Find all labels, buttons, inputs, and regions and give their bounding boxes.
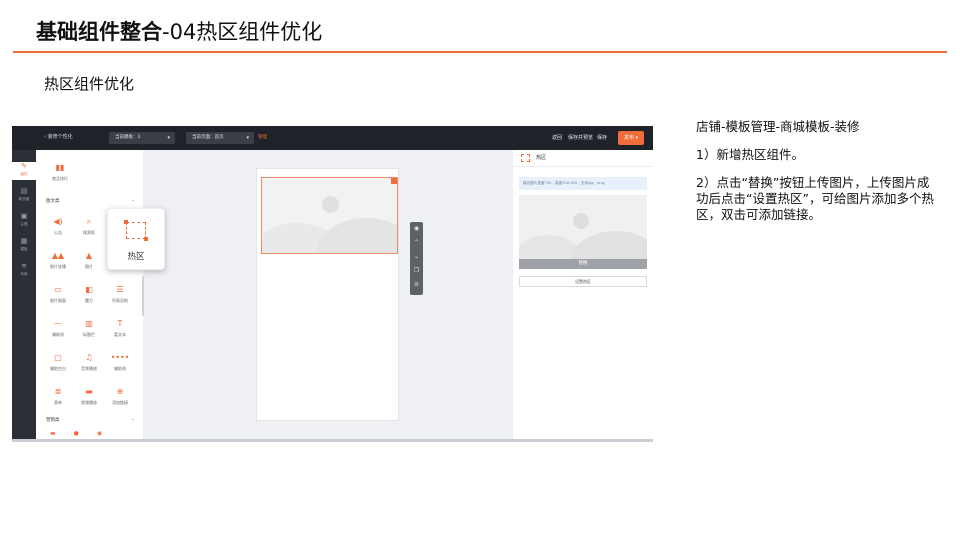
placeholder-hill (571, 231, 647, 259)
component-image[interactable]: ▲ 图片 (75, 248, 103, 278)
page-select[interactable]: 当前页面：首页 ▾ (186, 132, 254, 144)
template-select[interactable]: 当前模板：2 ▾ (109, 132, 175, 144)
speaker-icon: ◀) (53, 217, 63, 226)
component-add-link[interactable]: ⊕ 添加链接 (106, 384, 134, 414)
hotzone-icon (124, 220, 148, 241)
move-down-icon[interactable]: ⌄ (410, 250, 423, 264)
image-window-icon: ▭ (54, 285, 62, 294)
component-video[interactable]: ▬ 视频播放 (75, 384, 103, 414)
notes-path: 店铺-模板管理-商城模板-装修 (696, 119, 860, 134)
placeholder-hill (317, 218, 397, 253)
settings-panel: 热区 建议图片宽度750，高度200-950，支持jpg、png。 替换 设置热… (513, 150, 653, 439)
hotzone-component-callout[interactable]: 热区 (107, 208, 165, 270)
placeholder-sun (322, 196, 339, 213)
settings-header: 热区 (513, 150, 653, 167)
delete-tag[interactable] (391, 178, 397, 184)
hotzone-label: 热区 (127, 252, 145, 262)
blank-icon: ▢ (54, 353, 62, 362)
plus-icon: ⊕ (116, 387, 124, 396)
rail-item-theme[interactable]: ▣ 主题 (12, 212, 36, 230)
replace-button[interactable]: 替换 (519, 259, 647, 269)
page-icon: ▤ (20, 187, 28, 195)
video-icon: ▬ (85, 387, 93, 396)
save-button[interactable]: 保存 (597, 132, 607, 144)
image-nav-icon: ▲▲ (51, 251, 65, 260)
visibility-icon[interactable]: ◉ (410, 222, 423, 236)
slide-subtitle: 热区组件优化 (44, 75, 135, 93)
save-preview-button[interactable]: 保存并预览 (568, 132, 593, 144)
placeholder-sun (573, 213, 589, 229)
chevron-down-icon[interactable]: ⌄ (131, 416, 135, 422)
editor-screenshot: ‹ 装修个性化 当前模板：2 ▾ 当前页面：首页 ▾ 管理 返回 保存并预览 保存 … (12, 126, 653, 442)
rail-item-components[interactable]: ✎ 组件 (12, 162, 36, 180)
rail-item-template[interactable]: ▦ 模板 (12, 237, 36, 255)
picture-icon: ▲ (85, 251, 93, 260)
component-divider[interactable]: — 辅助线 (44, 316, 72, 346)
panel-scrollbar[interactable] (142, 276, 144, 316)
text-icon: T (117, 319, 123, 328)
copy-icon[interactable]: ❐ (410, 264, 423, 278)
component-notice[interactable]: ◀) 公告 (44, 214, 72, 244)
grid-icon: ▦ (20, 237, 28, 245)
section-title-marketing: 营销类 (46, 418, 60, 423)
delete-icon[interactable]: ⊘ (410, 278, 423, 292)
component-search[interactable]: ⌕ 搜索框 (75, 214, 103, 244)
component-rich-text[interactable]: T 富文本 (106, 316, 134, 346)
slide-title: 基础组件整合-04热区组件优化 (36, 17, 322, 47)
move-up-icon[interactable]: ⌃ (410, 236, 423, 250)
slide-title-bold: 基础组件整合 (36, 20, 162, 44)
title-icon: ▥ (85, 319, 93, 328)
list-icon: ☰ (116, 285, 124, 294)
marketing-icons-peek: ▬●◉ (50, 430, 121, 437)
back-link[interactable]: ‹ 装修个性化 (44, 133, 73, 140)
divider-icon: — (54, 319, 62, 328)
brush-icon: ✎ (21, 162, 27, 170)
slide-title-rest: -04热区组件优化 (162, 20, 323, 44)
store-icon: ▣ (20, 212, 28, 220)
settings-title: 热区 (536, 155, 547, 161)
hotzone-icon (521, 154, 530, 162)
component-form[interactable]: ≣ 表单 (44, 384, 72, 414)
component-cube[interactable]: ◧ 魔方 (75, 282, 103, 312)
settings-image-preview (519, 195, 647, 259)
notes-step-1: 1）新增热区组件。 (696, 147, 804, 162)
component-dotted-line[interactable]: •••• 辅助线 (106, 350, 134, 380)
phone-canvas (256, 168, 399, 421)
component-title-bar[interactable]: ▥ 标题栏 (75, 316, 103, 346)
left-rail: ✎ 组件 ▤ 新页面 ▣ 主题 ▦ 模板 ≋ 布局 (12, 150, 36, 439)
component-panel: ▮▮ 商品排行 图文类 ⌄ ◀) 公告 ⌕ 搜索框 ▲▲ 图片轮播 ▲ 图片 ▭ 图片橱窗 … (36, 150, 143, 439)
table-icon: ≣ (54, 387, 62, 396)
rail-item-new-page[interactable]: ▤ 新页面 (12, 187, 36, 205)
publish-button[interactable]: 发布 ▾ (618, 131, 644, 145)
component-image-window[interactable]: ▭ 图片橱窗 (44, 282, 72, 312)
chevron-down-icon[interactable]: ⌄ (131, 197, 135, 203)
hotzone-image-preview[interactable] (261, 177, 398, 254)
bar-chart-icon: ▮▮ (55, 163, 65, 172)
return-button[interactable]: 返回 (552, 132, 562, 144)
rail-item-layout[interactable]: ≋ 布局 (12, 262, 36, 280)
upload-tip: 建议图片宽度750，高度200-950，支持jpg、png。 (519, 177, 647, 190)
chevron-down-icon: ▾ (167, 135, 170, 141)
component-audio[interactable]: ♫ 音频播放 (75, 350, 103, 380)
manage-link[interactable]: 管理 (258, 132, 267, 144)
dots-icon: •••• (110, 353, 130, 362)
instruction-notes: 店铺-模板管理-商城模板-装修 1）新增热区组件。 2）点击“替换”按钮上传图片… (696, 119, 936, 235)
music-icon: ♫ (85, 353, 93, 362)
template-select-value: 当前模板：2 (115, 135, 141, 140)
chevron-down-icon: ▾ (246, 135, 249, 141)
set-hotzone-button[interactable]: 设置热区 (519, 276, 647, 287)
component-rank[interactable]: ▮▮ 商品排行 (46, 160, 74, 190)
component-carousel[interactable]: ▲▲ 图片轮播 (44, 248, 72, 278)
page-select-value: 当前页面：首页 (192, 135, 224, 140)
component-list-nav[interactable]: ☰ 列表导航 (106, 282, 134, 312)
notes-step-2: 2）点击“替换”按钮上传图片，上传图片成功后点击“设置热区”，可给图片添加多个热… (696, 175, 934, 222)
search-icon: ⌕ (86, 217, 92, 226)
signal-icon: ≋ (21, 262, 27, 270)
floating-toolbar: ◉ ⌃ ⌄ ❐ ⊘ (410, 222, 423, 295)
component-blank[interactable]: ▢ 辅助空白 (44, 350, 72, 380)
editor-topbar: ‹ 装修个性化 当前模板：2 ▾ 当前页面：首页 ▾ 管理 返回 保存并预览 保存 … (12, 126, 653, 150)
title-divider (13, 51, 947, 53)
card-icon: ◧ (85, 285, 93, 294)
section-title-graphics: 图文类 (46, 199, 60, 204)
